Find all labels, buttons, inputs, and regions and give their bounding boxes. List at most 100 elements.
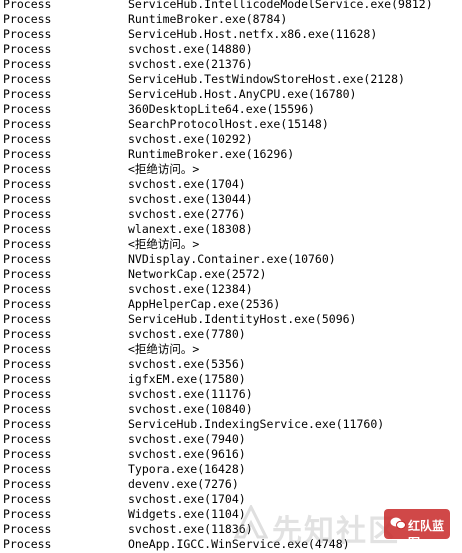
process-name: svchost.exe(11176) bbox=[128, 387, 253, 401]
process-type-label: Process bbox=[3, 477, 52, 491]
process-type-label: Process bbox=[3, 312, 52, 326]
process-type-label: Process bbox=[3, 417, 52, 431]
process-name: NetworkCap.exe(2572) bbox=[128, 267, 267, 281]
process-name: svchost.exe(10292) bbox=[128, 132, 253, 146]
process-type-label: Process bbox=[3, 462, 52, 476]
process-name: OneApp.IGCC.WinService.exe(4748) bbox=[128, 537, 350, 551]
process-name: ServiceHub.TestWindowStoreHost.exe(2128) bbox=[128, 72, 405, 86]
process-row: Process svchost.exe(2776) bbox=[0, 207, 462, 222]
process-name: svchost.exe(11836) bbox=[128, 522, 253, 536]
process-name: <拒绝访问。> bbox=[128, 342, 200, 356]
process-row: Process svchost.exe(7940) bbox=[0, 432, 462, 447]
process-row: Process RuntimeBroker.exe(8784) bbox=[0, 12, 462, 27]
process-type-label: Process bbox=[3, 342, 52, 356]
process-type-label: Process bbox=[3, 267, 52, 281]
process-type-label: Process bbox=[3, 237, 52, 251]
process-type-label: Process bbox=[3, 162, 52, 176]
process-type-label: Process bbox=[3, 102, 52, 116]
process-name: devenv.exe(7276) bbox=[128, 477, 239, 491]
process-type-label: Process bbox=[3, 222, 52, 236]
process-type-label: Process bbox=[3, 387, 52, 401]
process-name: svchost.exe(1704) bbox=[128, 177, 246, 191]
process-type-label: Process bbox=[3, 372, 52, 386]
process-name: NVDisplay.Container.exe(10760) bbox=[128, 252, 336, 266]
process-type-label: Process bbox=[3, 537, 52, 551]
process-row: Process ServiceHub.IntellicodeModelServic… bbox=[0, 0, 462, 12]
process-name: svchost.exe(13044) bbox=[128, 192, 253, 206]
process-row: Process svchost.exe(1704) bbox=[0, 492, 462, 507]
process-row: Process SearchProtocolHost.exe(15148) bbox=[0, 117, 462, 132]
process-row: Process Widgets.exe(1104) bbox=[0, 507, 462, 522]
process-row: Process svchost.exe(11836) bbox=[0, 522, 462, 537]
process-type-label: Process bbox=[3, 507, 52, 521]
process-row: Process OneApp.IGCC.WinService.exe(4748) bbox=[0, 537, 462, 552]
process-row: Process svchost.exe(1704) bbox=[0, 177, 462, 192]
process-row: Process NetworkCap.exe(2572) bbox=[0, 267, 462, 282]
process-row: Process ServiceHub.IdentityHost.exe(5096) bbox=[0, 312, 462, 327]
process-type-label: Process bbox=[3, 252, 52, 266]
process-type-label: Process bbox=[3, 12, 52, 26]
process-type-label: Process bbox=[3, 492, 52, 506]
process-row: Process devenv.exe(7276) bbox=[0, 477, 462, 492]
process-type-label: Process bbox=[3, 57, 52, 71]
process-name: Widgets.exe(1104) bbox=[128, 507, 246, 521]
process-name: Typora.exe(16428) bbox=[128, 462, 246, 476]
process-type-label: Process bbox=[3, 192, 52, 206]
process-row: Process svchost.exe(5356) bbox=[0, 357, 462, 372]
process-name: ServiceHub.IdentityHost.exe(5096) bbox=[128, 312, 357, 326]
process-row: Process <拒绝访问。> bbox=[0, 342, 462, 357]
process-row: Process svchost.exe(7780) bbox=[0, 327, 462, 342]
process-name: svchost.exe(12384) bbox=[128, 282, 253, 296]
process-name: ServiceHub.Host.AnyCPU.exe(16780) bbox=[128, 87, 357, 101]
process-type-label: Process bbox=[3, 117, 52, 131]
process-row: Process wlanext.exe(18308) bbox=[0, 222, 462, 237]
process-name: svchost.exe(7940) bbox=[128, 432, 246, 446]
process-type-label: Process bbox=[3, 357, 52, 371]
process-name: svchost.exe(10840) bbox=[128, 402, 253, 416]
process-name: RuntimeBroker.exe(16296) bbox=[128, 147, 295, 161]
process-type-label: Process bbox=[3, 147, 52, 161]
process-row: Process svchost.exe(10292) bbox=[0, 132, 462, 147]
process-row: Process svchost.exe(9616) bbox=[0, 447, 462, 462]
process-name: svchost.exe(5356) bbox=[128, 357, 246, 371]
process-row: Process 360DesktopLite64.exe(15596) bbox=[0, 102, 462, 117]
process-type-label: Process bbox=[3, 132, 52, 146]
process-type-label: Process bbox=[3, 402, 52, 416]
process-type-label: Process bbox=[3, 87, 52, 101]
process-name: svchost.exe(2776) bbox=[128, 207, 246, 221]
process-name: 360DesktopLite64.exe(15596) bbox=[128, 102, 315, 116]
process-row: Process AppHelperCap.exe(2536) bbox=[0, 297, 462, 312]
process-row: Process NVDisplay.Container.exe(10760) bbox=[0, 252, 462, 267]
process-name: AppHelperCap.exe(2536) bbox=[128, 297, 281, 311]
process-row: Process <拒绝访问。> bbox=[0, 237, 462, 252]
process-name: <拒绝访问。> bbox=[128, 237, 200, 251]
process-type-label: Process bbox=[3, 0, 52, 11]
process-name: ServiceHub.IntellicodeModelService.exe(9… bbox=[128, 0, 433, 11]
process-row: Process svchost.exe(14880) bbox=[0, 42, 462, 57]
process-row: Process <拒绝访问。> bbox=[0, 162, 462, 177]
process-name: ServiceHub.IndexingService.exe(11760) bbox=[128, 417, 385, 431]
process-type-label: Process bbox=[3, 282, 52, 296]
process-row: Process ServiceHub.Host.netfx.x86.exe(116… bbox=[0, 27, 462, 42]
process-type-label: Process bbox=[3, 177, 52, 191]
process-row: Process ServiceHub.IndexingService.exe(11… bbox=[0, 417, 462, 432]
process-type-label: Process bbox=[3, 207, 52, 221]
process-type-label: Process bbox=[3, 297, 52, 311]
process-name: svchost.exe(7780) bbox=[128, 327, 246, 341]
process-row: Process igfxEM.exe(17580) bbox=[0, 372, 462, 387]
process-type-label: Process bbox=[3, 432, 52, 446]
process-name: SearchProtocolHost.exe(15148) bbox=[128, 117, 329, 131]
process-row: Process ServiceHub.TestWindowStoreHost.ex… bbox=[0, 72, 462, 87]
process-name: ServiceHub.Host.netfx.x86.exe(11628) bbox=[128, 27, 378, 41]
process-name: svchost.exe(21376) bbox=[128, 57, 253, 71]
process-type-label: Process bbox=[3, 72, 52, 86]
process-type-label: Process bbox=[3, 327, 52, 341]
process-row: Process RuntimeBroker.exe(16296) bbox=[0, 147, 462, 162]
process-row: Process svchost.exe(11176) bbox=[0, 387, 462, 402]
process-name: <拒绝访问。> bbox=[128, 162, 200, 176]
process-type-label: Process bbox=[3, 27, 52, 41]
process-name: svchost.exe(1704) bbox=[128, 492, 246, 506]
process-row: Process svchost.exe(10840) bbox=[0, 402, 462, 417]
process-name: igfxEM.exe(17580) bbox=[128, 372, 246, 386]
process-type-label: Process bbox=[3, 447, 52, 461]
